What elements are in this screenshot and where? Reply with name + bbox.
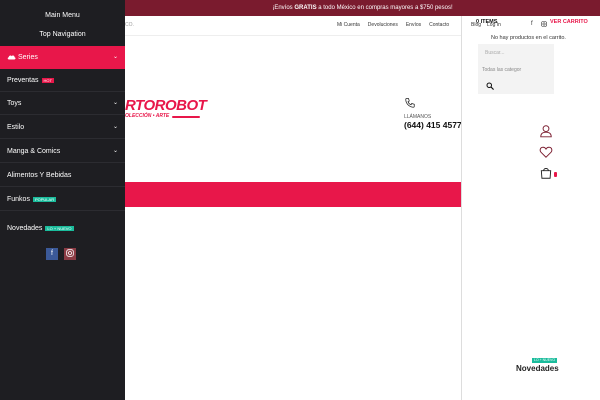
header-social: f (531, 21, 547, 27)
sidebar-item-toys[interactable]: Toys ⌄ (0, 92, 125, 115)
header-link-envios[interactable]: Envíos (406, 22, 421, 28)
header-link-devoluciones[interactable]: Devoluciones (368, 22, 398, 28)
promo-suffix: a todo México en compras mayores a $750 … (316, 5, 453, 11)
header-blog-login: Blog Log In (471, 22, 501, 28)
new-badge: LO + NUEVO (45, 225, 74, 231)
search-icon[interactable] (486, 82, 494, 90)
chevron-down-icon[interactable]: ⌄ (113, 92, 118, 115)
user-icon[interactable] (539, 124, 553, 138)
chevron-down-icon[interactable]: ⌄ (113, 140, 118, 163)
page: ¡Envíos GRATIS a todo México en compras … (0, 0, 600, 400)
sidebar-item-novedades[interactable]: Novedades LO + NUEVO (0, 217, 125, 240)
cart-empty-message: No hay productos en el carrito. (491, 35, 566, 41)
sidebar-item-label: Manga & Comics (7, 148, 61, 155)
heart-icon[interactable] (539, 145, 553, 159)
novedades-label: Novedades (516, 364, 559, 373)
mobile-sidebar: Main Menu Top Navigation Series ⌄ Preven… (0, 0, 125, 400)
phone-number: (644) 415 4577 (404, 120, 462, 130)
category-select[interactable]: Todas las categor (482, 67, 521, 73)
site-logo[interactable]: RTOROBOT OLECCIÓN • ARTE (125, 97, 207, 120)
sidebar-tab-top-navigation[interactable]: Top Navigation (0, 31, 125, 38)
sidebar-item-label: Funkos (7, 196, 30, 203)
novedades-badge: LO + NUEVO (532, 358, 558, 363)
popular-badge: POPULAR (32, 196, 57, 202)
sidebar-item-label: Alimentos Y Bebidas (7, 172, 72, 179)
facebook-icon[interactable]: f (531, 21, 533, 27)
logo-swoosh (172, 115, 201, 118)
header-links: Mi Cuenta Devoluciones Envíos Contacto (337, 22, 449, 28)
sidebar-item-manga-comics[interactable]: Manga & Comics ⌄ (0, 140, 125, 163)
sidebar-social: f (46, 248, 76, 260)
logo-tagline-row: OLECCIÓN • ARTE (125, 113, 206, 120)
sidebar-item-label: Series (18, 54, 38, 61)
promo-prefix: ¡Envíos (272, 5, 295, 11)
view-cart-link[interactable]: VER CARRITO (550, 19, 588, 25)
logo-text: RTOROBOT (125, 97, 207, 114)
sidebar-item-label: Novedades (7, 225, 43, 232)
sidebar-item-label: Toys (7, 100, 22, 107)
phone-icon (405, 98, 415, 108)
chevron-down-icon[interactable]: ⌄ (113, 46, 118, 69)
sidebar-item-label: Estilo (7, 124, 25, 131)
facebook-icon[interactable]: f (46, 248, 58, 260)
phone-block[interactable]: LLÁMANOS (644) 415 4577 (404, 96, 462, 130)
sidebar-item-preventas[interactable]: Preventas HOT (0, 69, 125, 92)
cart-count-badge (554, 172, 557, 177)
header-link-contacto[interactable]: Contacto (429, 22, 449, 28)
sidebar-item-funkos[interactable]: Funkos POPULAR (0, 188, 125, 211)
sidebar-item-alimentos-y-bebidas[interactable]: Alimentos Y Bebidas (0, 164, 125, 187)
header-link-mi-cuenta[interactable]: Mi Cuenta (337, 22, 360, 28)
search-form: Buscar... Todas las categor (478, 44, 554, 94)
hot-badge: HOT (41, 77, 54, 83)
sidebar-item-estilo[interactable]: Estilo ⌄ (0, 116, 125, 139)
instagram-icon[interactable] (64, 248, 76, 260)
search-input[interactable]: Buscar... (485, 50, 504, 56)
blog-link[interactable]: Blog (471, 22, 481, 28)
instagram-icon[interactable] (540, 21, 547, 27)
sidebar-item-series[interactable]: Series ⌄ (0, 46, 125, 69)
chevron-down-icon[interactable]: ⌄ (113, 116, 118, 139)
sidebar-tab-main-menu[interactable]: Main Menu (0, 12, 125, 19)
header-action-icons (539, 124, 559, 187)
sidebar-item-label: Preventas (7, 77, 39, 84)
series-cloud-icon (7, 55, 16, 60)
cart-icon[interactable] (539, 166, 553, 180)
header-left-text: CO. (125, 22, 134, 28)
login-link[interactable]: Log In (487, 22, 501, 28)
promo-bold: GRATIS (294, 5, 317, 11)
logo-tagline: OLECCIÓN • ARTE (125, 113, 170, 119)
